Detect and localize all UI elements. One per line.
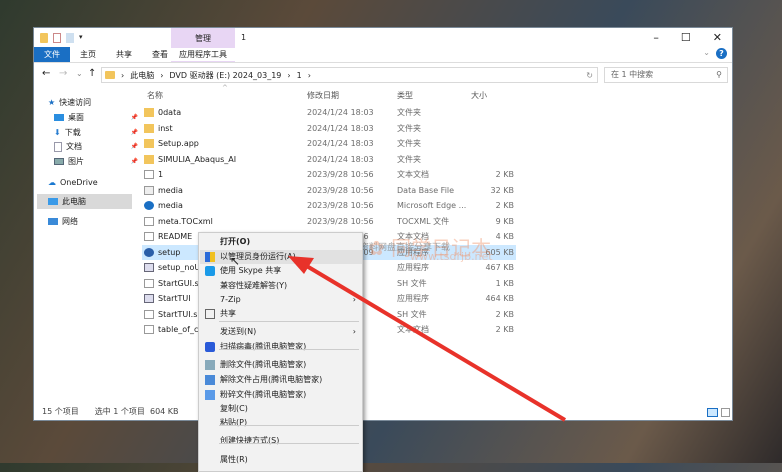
arrow-shaft [298, 260, 567, 422]
mouse-cursor-icon: ↖ [230, 254, 241, 268]
arrow-head [288, 256, 314, 274]
red-arrow-annotation [288, 256, 567, 422]
